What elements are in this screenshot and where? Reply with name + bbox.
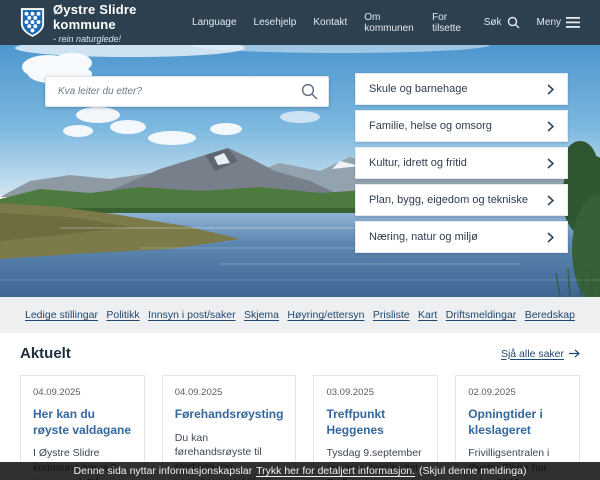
nav-kontakt[interactable]: Kontakt [313,17,347,28]
quick-link-skjema[interactable]: Skjema [244,309,279,321]
search-input[interactable] [46,77,291,106]
menu-card-label: Kultur, idrett og fritid [369,157,467,169]
news-title-link[interactable]: Førehandsrøysting [175,407,284,423]
chevron-right-icon [547,195,554,206]
menu-card-label: Familie, helse og omsorg [369,120,492,132]
nav-meny[interactable]: Meny [537,17,580,28]
page: Øystre Slidre kommune - rein naturglede!… [0,0,600,480]
menu-card-familie-helse-omsorg[interactable]: Familie, helse og omsorg [355,110,568,142]
news-heading: Aktuelt [20,345,71,362]
nav-language[interactable]: Language [192,17,237,28]
quick-link-innsyn-i-post-saker[interactable]: Innsyn i post/saker [148,309,236,321]
menu-card-naering-natur-miljo[interactable]: Næring, natur og miljø [355,221,568,253]
quick-link-politikk[interactable]: Politikk [106,309,139,321]
see-all-news-link[interactable]: Sjå alle saker [501,348,580,360]
cookie-banner: Denne sida nyttar informasjonskapslar Tr… [0,462,600,480]
news-date: 02.09.2025 [468,387,567,398]
nav-sok[interactable]: Søk [484,16,520,29]
cookie-dismiss-link[interactable]: (Skjul denne meldinga) [419,465,526,477]
news-title-link[interactable]: Treffpunkt Heggenes [326,407,425,438]
quick-link-ledige-stillingar[interactable]: Ledige stillingar [25,309,98,321]
menu-card-kultur-idrett-fritid[interactable]: Kultur, idrett og fritid [355,147,568,179]
news-title-link[interactable]: Opningtider i kleslageret [468,407,567,438]
menu-icon [566,17,580,28]
site-tagline: - rein naturglede! [53,34,192,44]
arrow-right-icon [569,349,580,358]
chevron-right-icon [547,158,554,169]
hero-section: Skule og barnehage Familie, helse og oms… [0,45,600,297]
quick-links-bar: Ledige stillingar Politikk Innsyn i post… [0,297,600,333]
chevron-right-icon [547,232,554,243]
news-date: 03.09.2025 [326,387,425,398]
nav-for-tilsette[interactable]: For tilsette [432,12,467,34]
quick-link-hoyring-ettersyn[interactable]: Høyring/ettersyn [287,309,364,321]
nav-sok-label: Søk [484,17,502,28]
news-date: 04.09.2025 [175,387,284,398]
quick-link-driftsmeldingar[interactable]: Driftsmeldingar [446,309,517,321]
news-date: 04.09.2025 [33,387,132,398]
cookie-text: Denne sida nyttar informasjonskapslar [74,465,253,477]
news-header: Aktuelt Sjå alle saker [20,345,580,362]
news-section: Aktuelt Sjå alle saker 04.09.2025 Her ka… [0,333,600,480]
chevron-right-icon [547,84,554,95]
menu-card-plan-bygg-eigedom[interactable]: Plan, bygg, eigedom og tekniske [355,184,568,216]
quick-link-prisliste[interactable]: Prisliste [373,309,410,321]
search-icon [507,16,520,29]
cookie-info-link[interactable]: Trykk her for detaljert informasjon. [256,465,415,477]
news-title-link[interactable]: Her kan du røyste valdagane [33,407,132,438]
site-brand-link[interactable]: Øystre Slidre kommune - rein naturglede! [20,2,192,44]
site-title: Øystre Slidre kommune [53,2,192,32]
menu-card-label: Næring, natur og miljø [369,231,478,243]
municipality-crest-icon [20,6,45,39]
menu-card-skule-og-barnehage[interactable]: Skule og barnehage [355,73,568,105]
nav-lesehjelp[interactable]: Lesehjelp [254,17,297,28]
menu-card-label: Skule og barnehage [369,83,467,95]
quick-link-beredskap[interactable]: Beredskap [525,309,575,321]
brand-text: Øystre Slidre kommune - rein naturglede! [53,2,192,44]
see-all-label: Sjå alle saker [501,348,564,360]
site-header: Øystre Slidre kommune - rein naturglede!… [0,0,600,45]
quick-link-kart[interactable]: Kart [418,309,437,321]
top-nav: Language Lesehjelp Kontakt Om kommunen F… [192,12,580,34]
search-icon [301,83,318,100]
hero-menu-cards: Skule og barnehage Familie, helse og oms… [355,73,568,258]
search-submit-button[interactable] [291,83,328,100]
menu-card-label: Plan, bygg, eigedom og tekniske [369,194,528,206]
hero-search [45,76,329,107]
nav-om-kommunen[interactable]: Om kommunen [364,12,415,34]
chevron-right-icon [547,121,554,132]
nav-meny-label: Meny [537,17,561,28]
